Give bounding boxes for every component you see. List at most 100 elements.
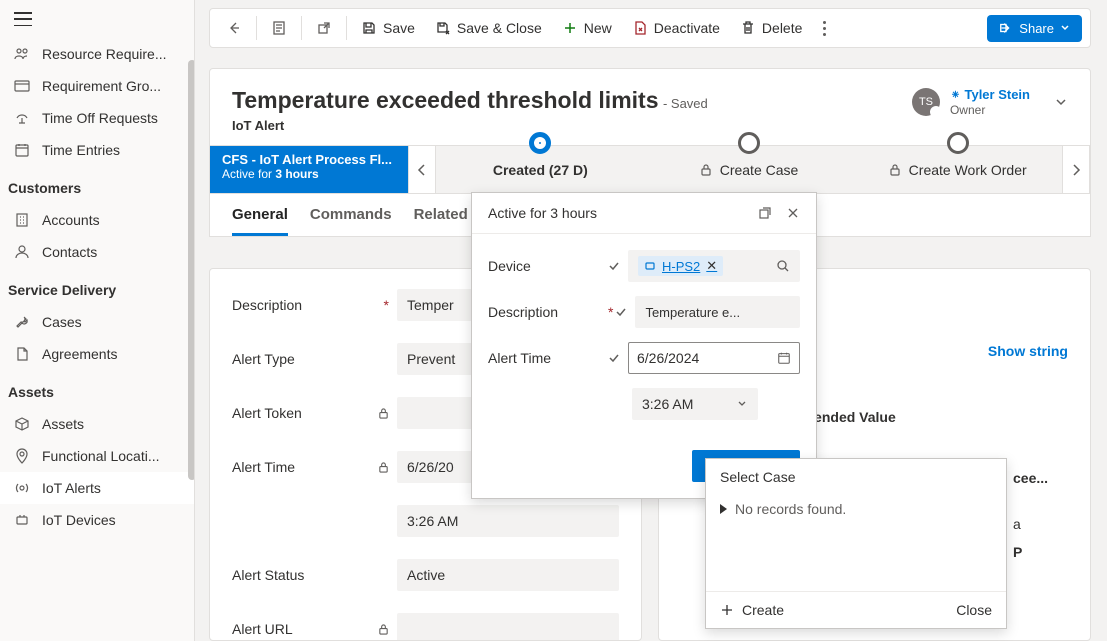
bpf-prev-button[interactable]	[408, 146, 436, 193]
alert-url-label: Alert URL	[232, 621, 397, 637]
sidebar-item-label: IoT Alerts	[42, 480, 101, 496]
sidebar-item-time-off[interactable]: Time Off Requests	[0, 102, 194, 134]
lookup-pill[interactable]: H-PS2 ✕	[638, 256, 723, 276]
more-commands-button[interactable]	[814, 13, 834, 44]
create-label: Create	[742, 602, 784, 618]
trash-icon	[740, 20, 756, 36]
bpf-next-button[interactable]	[1062, 146, 1090, 193]
sidebar-item-assets[interactable]: Assets	[0, 408, 194, 440]
timeoff-icon	[14, 110, 30, 126]
share-button[interactable]: Share	[987, 15, 1082, 42]
saved-indicator: - Saved	[663, 96, 708, 111]
sidebar-item-label: Contacts	[42, 244, 97, 260]
expand-icon[interactable]	[720, 504, 727, 514]
sidebar-item-iot-devices[interactable]: IoT Devices	[0, 504, 194, 536]
close-icon[interactable]	[786, 206, 800, 220]
sidebar-item-requirement-groups[interactable]: Requirement Gro...	[0, 70, 194, 102]
tab-general[interactable]: General	[232, 206, 288, 236]
bpf-flow-info[interactable]: CFS - IoT Alert Process Fl... Active for…	[210, 146, 408, 193]
alert-token-label: Alert Token	[232, 405, 397, 421]
flyout-device-lookup[interactable]: H-PS2 ✕	[628, 250, 800, 282]
sidebar-item-label: Time Entries	[42, 142, 120, 158]
person-icon	[14, 244, 30, 260]
time-value: 3:26 AM	[642, 396, 693, 412]
bpf-stage-create-case[interactable]: Create Case	[645, 146, 854, 193]
sidebar-item-agreements[interactable]: Agreements	[0, 338, 194, 370]
delete-button[interactable]: Delete	[732, 14, 810, 42]
sidebar-item-accounts[interactable]: Accounts	[0, 204, 194, 236]
avatar: TS	[912, 88, 940, 116]
lookup-empty-message: No records found.	[706, 495, 1006, 531]
new-button[interactable]: New	[554, 14, 620, 42]
deactivate-label: Deactivate	[654, 20, 720, 36]
alert-url-input	[397, 613, 619, 641]
bpf-flow-name: CFS - IoT Alert Process Fl...	[222, 152, 396, 167]
bpf-stage-label: Created (27 D)	[493, 162, 588, 178]
flyout-title: Active for 3 hours	[488, 205, 597, 221]
sidebar-section-assets: Assets	[0, 370, 194, 408]
alert-type-label: Alert Type	[232, 351, 397, 367]
bpf-stage-indicator-icon	[738, 132, 760, 154]
save-icon	[361, 20, 377, 36]
device-icon	[644, 260, 656, 272]
owner-name[interactable]: ⁕ Tyler Stein	[950, 87, 1030, 103]
hamburger-button[interactable]	[0, 0, 194, 38]
bpf-stage-flyout: Active for 3 hours Device H-PS2 ✕	[471, 192, 817, 499]
flyout-alert-time-label: Alert Time	[488, 350, 608, 366]
sidebar-item-resource-requirements[interactable]: Resource Require...	[0, 38, 194, 70]
sidebar-scrollbar[interactable]	[188, 60, 195, 480]
chevron-down-icon	[736, 398, 748, 410]
arrow-left-icon	[226, 20, 242, 36]
owner-field[interactable]: TS ⁕ Tyler Stein Owner	[912, 87, 1068, 117]
save-button[interactable]: Save	[353, 14, 423, 42]
calendar-icon[interactable]	[777, 351, 791, 365]
bpf-active-indicator-icon	[529, 132, 551, 154]
sidebar-item-label: Accounts	[42, 212, 100, 228]
date-value: 6/26/2024	[637, 350, 699, 366]
share-label: Share	[1019, 21, 1054, 36]
sidebar-item-label: Requirement Gro...	[42, 78, 161, 94]
flyout-description-input[interactable]: Temperature e...	[635, 296, 800, 328]
lock-icon	[378, 624, 397, 635]
flyout-description-label: Description	[488, 304, 608, 320]
bpf-stage-label: Create Work Order	[909, 162, 1027, 178]
sidebar-item-iot-alerts[interactable]: IoT Alerts	[0, 472, 194, 504]
sidebar-item-functional-locations[interactable]: Functional Locati...	[0, 440, 194, 472]
search-icon[interactable]	[776, 259, 790, 273]
bpf-stage-created[interactable]: Created (27 D)	[436, 146, 645, 193]
lookup-create-button[interactable]: Create	[720, 602, 784, 618]
save-close-button[interactable]: Save & Close	[427, 14, 550, 42]
owner-role: Owner	[950, 103, 1030, 117]
flyout-time-input[interactable]: 3:26 AM	[632, 388, 758, 420]
iot-alert-icon	[14, 480, 30, 496]
people-icon	[14, 46, 30, 62]
back-button[interactable]	[218, 14, 250, 42]
view-button[interactable]	[263, 14, 295, 42]
description-label: Description*	[232, 297, 397, 313]
check-icon	[608, 352, 620, 364]
flyout-date-input[interactable]: 6/26/2024	[628, 342, 800, 374]
show-string-link[interactable]: Show string	[988, 343, 1068, 359]
sidebar-section-customers: Customers	[0, 166, 194, 204]
deactivate-icon	[632, 20, 648, 36]
plus-icon	[720, 603, 734, 617]
bpf-stage-create-work-order[interactable]: Create Work Order	[853, 146, 1062, 193]
sidebar: Resource Require... Requirement Gro... T…	[0, 0, 195, 641]
alert-status-input[interactable]: Active	[397, 559, 619, 591]
sidebar-item-label: Time Off Requests	[42, 110, 158, 126]
sidebar-item-label: Resource Require...	[42, 46, 167, 62]
tab-commands[interactable]: Commands	[310, 206, 392, 236]
chevron-down-icon[interactable]	[1054, 95, 1068, 109]
lock-icon	[700, 164, 712, 176]
deactivate-button[interactable]: Deactivate	[624, 14, 728, 42]
tab-related[interactable]: Related	[414, 206, 468, 236]
remove-lookup-icon[interactable]: ✕	[706, 258, 717, 274]
sidebar-item-cases[interactable]: Cases	[0, 306, 194, 338]
popout-button[interactable]	[308, 14, 340, 42]
sidebar-item-contacts[interactable]: Contacts	[0, 236, 194, 268]
dock-icon[interactable]	[758, 206, 772, 220]
check-icon	[608, 260, 620, 272]
lookup-close-button[interactable]: Close	[956, 602, 992, 618]
sidebar-item-time-entries[interactable]: Time Entries	[0, 134, 194, 166]
business-process-flow: CFS - IoT Alert Process Fl... Active for…	[210, 145, 1090, 193]
